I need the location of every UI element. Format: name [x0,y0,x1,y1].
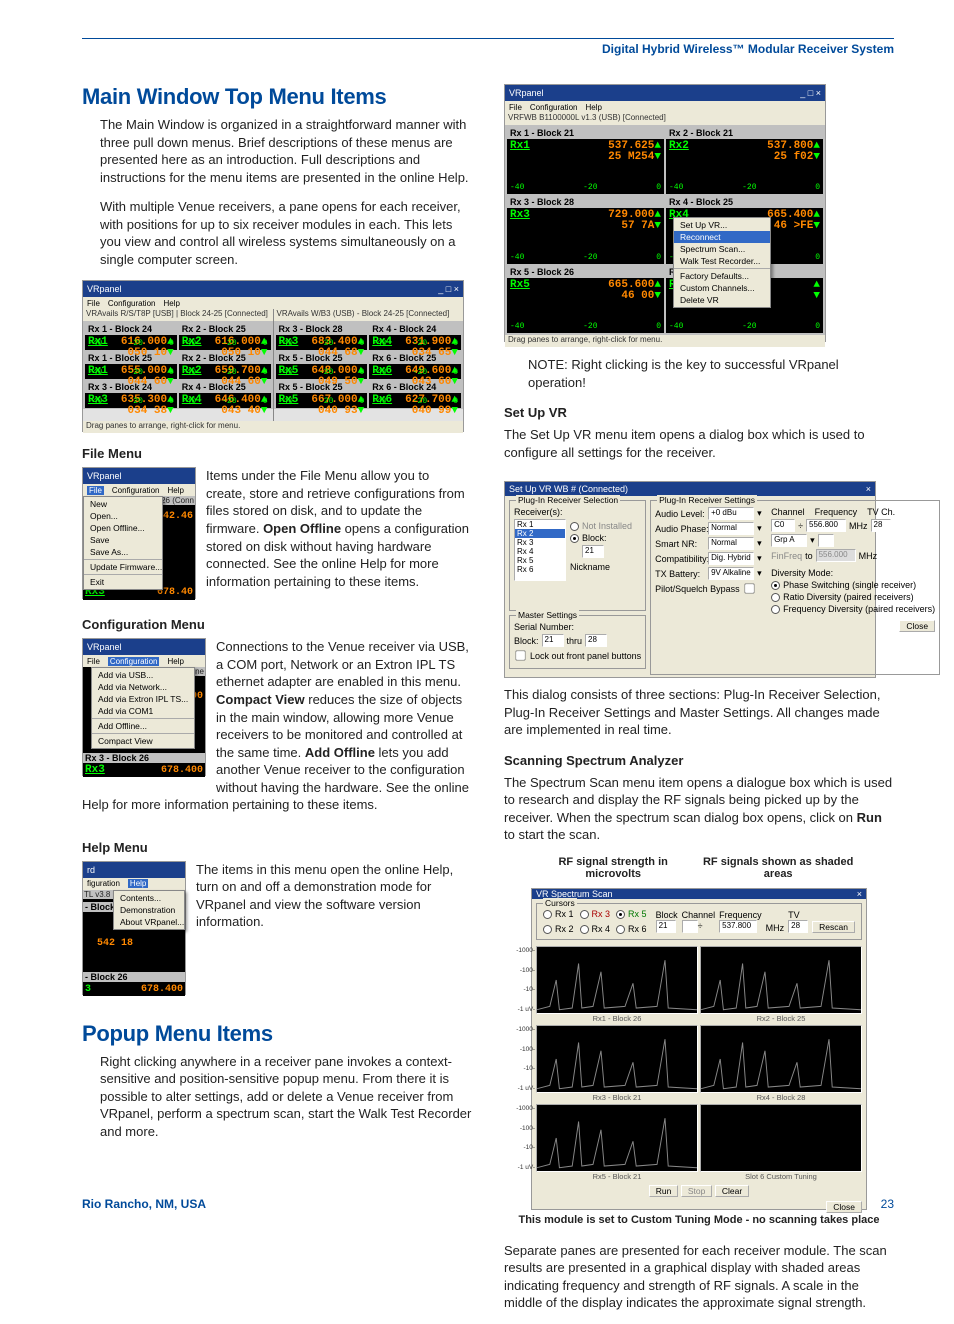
ctx-item[interactable]: Factory Defaults... [674,270,770,282]
scan-arrow-labels: RF signal strength in microvolts RF sign… [504,856,894,880]
menu-item[interactable]: Add via COM1 [92,705,194,717]
menu-item[interactable]: Save [84,534,162,546]
heading-popup-menu: Popup Menu Items [82,1021,472,1047]
heading-spectrum-analyzer: Scanning Spectrum Analyzer [504,753,894,768]
ctx-item[interactable]: Delete VR [674,294,770,306]
close-button[interactable]: Close [899,620,935,632]
header-product: Digital Hybrid Wireless™ Modular Receive… [82,42,894,56]
footer-location: Rio Rancho, NM, USA [82,1197,206,1211]
stop-button[interactable]: Stop [681,1185,713,1197]
spectrum-intro: The Spectrum Scan menu item opens a dial… [504,774,894,844]
menu-item[interactable]: Update Firmware... [84,561,162,573]
footer-page: 23 [881,1197,894,1211]
run-button[interactable]: Run [649,1185,679,1197]
menu-item[interactable]: Add Offline... [92,720,194,732]
menu-item[interactable]: Contents... [114,892,184,904]
spectrum-desc: Separate panes are presented for each re… [504,1242,894,1312]
ctx-item[interactable]: Custom Channels... [674,282,770,294]
ctx-item[interactable]: Spectrum Scan... [674,243,770,255]
ctx-item[interactable]: Reconnect [674,231,770,243]
rescan-button[interactable]: Rescan [812,921,855,933]
popup-menu-desc: Right clicking anywhere in a receiver pa… [100,1053,472,1141]
clear-button[interactable]: Clear [715,1185,749,1197]
heading-set-up-vr: Set Up VR [504,405,894,420]
menu-item[interactable]: Add via Network... [92,681,194,693]
heading-file-menu: File Menu [82,446,472,461]
heading-help-menu: Help Menu [82,840,472,855]
heading-config-menu: Configuration Menu [82,617,472,632]
figure-caption-custom-tuning: This module is set to Custom Tuning Mode… [504,1214,894,1228]
menu-item[interactable]: Add via Extron IPL TS... [92,693,194,705]
figure-set-up-vr-dialog: Set Up VR WB # (Connected)× Plug-In Rece… [504,481,876,678]
ctx-item[interactable]: Walk Test Recorder... [674,255,770,267]
menu-item[interactable]: Save As... [84,546,162,558]
set-up-vr-intro: The Set Up VR menu item opens a dialog b… [504,426,894,461]
menu-item[interactable]: Compact View [92,735,194,747]
menu-item[interactable]: Exit [84,576,162,588]
figure-popup-menu: VRpanel_ □ × FileConfigurationHelp VRFWB… [504,84,826,342]
menu-item[interactable]: Open... [84,510,162,522]
figure-file-menu: VRpanel FileConfigurationHelp NewOpen...… [82,467,196,599]
menu-item[interactable]: Add via USB... [92,669,194,681]
ctx-item[interactable]: Set Up VR... [674,219,770,231]
main-window-intro-1: The Main Window is organized in a straig… [100,116,472,186]
figure-spectrum-scan: VR Spectrum Scan× Cursors Rx 1 Rx 3 Rx 5… [531,888,867,1210]
main-window-intro-2: With multiple Venue receivers, a pane op… [100,198,472,268]
menu-item[interactable]: About VRpanel... [114,916,184,928]
figure-config-menu: VRpanel FileConfigurationHelp 5 (Conne A… [82,638,206,776]
figure-multi-receiver: VRpanel_ □ × FileConfigurationHelp VRAva… [82,280,464,432]
menu-item[interactable]: New [84,498,162,510]
note-right-click: NOTE: Right clicking is the key to succe… [528,356,894,391]
menu-item[interactable]: Open Offline... [84,522,162,534]
menu-item[interactable]: Demonstration [114,904,184,916]
heading-main-window: Main Window Top Menu Items [82,84,472,110]
set-up-vr-desc: This dialog consists of three sections: … [504,686,894,739]
figure-help-menu: rd figurationHelp TL v3.8 (C cted] Conte… [82,861,186,995]
